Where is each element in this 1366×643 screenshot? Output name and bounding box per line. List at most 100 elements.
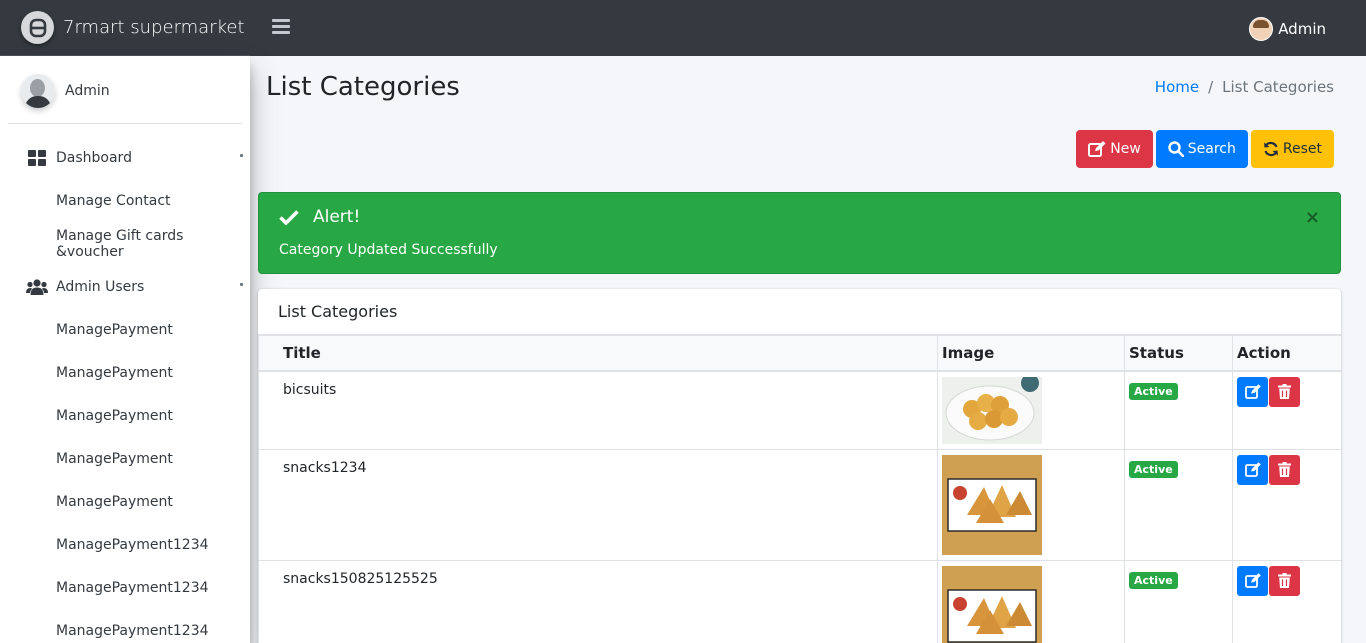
top-navbar: 7rmart supermarket Admin bbox=[0, 0, 1366, 56]
breadcrumb-separator: / bbox=[1208, 78, 1214, 96]
close-icon[interactable]: × bbox=[1305, 207, 1320, 228]
breadcrumb: Home / List Categories bbox=[1155, 78, 1334, 96]
sidebar-user-name: Admin bbox=[65, 83, 110, 99]
sidebar-item-label: ManagePayment bbox=[56, 493, 173, 510]
row-image-cell bbox=[937, 448, 1125, 561]
sidebar-item-label: Manage Contact bbox=[56, 192, 171, 209]
row-title: snacks150825125525 bbox=[258, 559, 938, 643]
sidebar-avatar bbox=[21, 74, 55, 108]
trash-icon bbox=[1278, 462, 1291, 477]
sync-icon bbox=[1263, 141, 1278, 157]
sidebar-item-label: ManagePayment bbox=[56, 364, 173, 381]
edit-button[interactable] bbox=[1237, 565, 1268, 596]
edit-icon bbox=[1244, 462, 1261, 477]
sidebar-item-manage-contact[interactable]: Manage Contact bbox=[0, 179, 250, 222]
sidebar-item-label: Manage Gift cards &voucher bbox=[56, 227, 184, 260]
sidebar-item-label: ManagePayment bbox=[56, 321, 173, 338]
user-name: Admin bbox=[1278, 20, 1326, 38]
sidebar-item-label: ManagePayment1234 bbox=[56, 536, 209, 553]
edit-icon bbox=[1244, 384, 1261, 399]
row-title: snacks1234 bbox=[258, 448, 938, 561]
brand-name: 7rmart supermarket bbox=[63, 17, 245, 38]
sidebar-item-manage-payment[interactable]: ManagePayment bbox=[0, 351, 250, 394]
table-row: snacks1234 Active bbox=[258, 448, 1341, 561]
row-actions-cell bbox=[1232, 448, 1341, 561]
brand-link[interactable]: 7rmart supermarket bbox=[0, 0, 250, 56]
row-status-cell: Active bbox=[1124, 370, 1233, 450]
table-row: snacks150825125525 Active bbox=[258, 559, 1341, 643]
dashboard-grid-icon bbox=[26, 149, 48, 166]
sidebar-item-label: ManagePayment1234 bbox=[56, 622, 209, 639]
delete-button[interactable] bbox=[1269, 565, 1300, 596]
status-badge: Active bbox=[1129, 571, 1178, 589]
chevron-icon bbox=[240, 154, 243, 157]
chevron-icon bbox=[240, 283, 243, 286]
sidebar-item-label: Dashboard bbox=[56, 149, 132, 166]
sidebar-item-manage-payment-1234[interactable]: ManagePayment1234 bbox=[0, 566, 250, 609]
success-alert: Alert! Category Updated Successfully × bbox=[258, 192, 1341, 274]
sidebar-item-admin-users[interactable]: Admin Users bbox=[0, 265, 250, 308]
status-badge: Active bbox=[1129, 460, 1178, 478]
edit-square-icon bbox=[1088, 141, 1106, 157]
reset-button[interactable]: Reset bbox=[1250, 130, 1334, 168]
row-image-cell bbox=[937, 370, 1125, 450]
sidebar-item-label: Admin Users bbox=[56, 278, 145, 295]
column-header-title: Title bbox=[258, 335, 938, 372]
sidebar-item-manage-payment-1234[interactable]: ManagePayment1234 bbox=[0, 523, 250, 566]
check-icon bbox=[279, 210, 299, 225]
status-badge: Active bbox=[1129, 382, 1178, 400]
category-image bbox=[942, 376, 1042, 444]
sidebar-item-manage-payment[interactable]: ManagePayment bbox=[0, 394, 250, 437]
row-status-cell: Active bbox=[1124, 559, 1233, 643]
sidebar: Admin Dashboard Manage Contact Manage Gi… bbox=[0, 56, 250, 643]
alert-message: Category Updated Successfully bbox=[279, 242, 498, 258]
column-header-action: Action bbox=[1232, 335, 1341, 372]
row-status-cell: Active bbox=[1124, 448, 1233, 561]
sidebar-item-dashboard[interactable]: Dashboard bbox=[0, 136, 250, 179]
table-row: bicsuits Active bbox=[258, 370, 1341, 450]
trash-icon bbox=[1278, 573, 1291, 588]
alert-header: Alert! bbox=[279, 207, 360, 227]
sidebar-item-label: ManagePayment bbox=[56, 407, 173, 424]
page-title: List Categories bbox=[266, 72, 460, 102]
delete-button[interactable] bbox=[1269, 454, 1300, 485]
edit-button[interactable] bbox=[1237, 376, 1268, 407]
table-header-row: Title Image Status Action bbox=[258, 335, 1341, 372]
category-image bbox=[942, 454, 1042, 555]
sidebar-item-label: ManagePayment1234 bbox=[56, 579, 209, 596]
brand-logo-icon bbox=[21, 11, 54, 44]
delete-button[interactable] bbox=[1269, 376, 1300, 407]
menu-toggle-icon[interactable] bbox=[272, 19, 290, 37]
sidebar-user-panel[interactable]: Admin bbox=[8, 56, 242, 124]
row-title: bicsuits bbox=[258, 370, 938, 450]
sidebar-item-manage-payment[interactable]: ManagePayment bbox=[0, 308, 250, 351]
category-image bbox=[942, 565, 1042, 643]
users-icon bbox=[26, 278, 48, 295]
user-avatar bbox=[1249, 17, 1274, 41]
categories-table: Title Image Status Action bicsuits Activ… bbox=[258, 335, 1341, 643]
edit-button[interactable] bbox=[1237, 454, 1268, 485]
column-header-status: Status bbox=[1124, 335, 1233, 372]
breadcrumb-home-link[interactable]: Home bbox=[1155, 78, 1199, 96]
categories-card: List Categories Title Image Status Actio… bbox=[258, 289, 1341, 643]
toolbar: New Search Reset bbox=[1076, 130, 1334, 168]
row-image-cell bbox=[937, 559, 1125, 643]
search-icon bbox=[1168, 141, 1184, 157]
card-title: List Categories bbox=[258, 289, 1341, 335]
new-button[interactable]: New bbox=[1076, 130, 1153, 168]
row-actions-cell bbox=[1232, 370, 1341, 450]
sidebar-item-manage-payment[interactable]: ManagePayment bbox=[0, 437, 250, 480]
trash-icon bbox=[1278, 384, 1291, 399]
sidebar-item-gift-cards[interactable]: Manage Gift cards &voucher bbox=[0, 222, 250, 265]
sidebar-item-manage-payment-1234[interactable]: ManagePayment1234 bbox=[0, 609, 250, 643]
sidebar-item-label: ManagePayment bbox=[56, 450, 173, 467]
breadcrumb-current: List Categories bbox=[1222, 78, 1334, 96]
column-header-image: Image bbox=[937, 335, 1125, 372]
search-button[interactable]: Search bbox=[1155, 130, 1248, 168]
alert-title: Alert! bbox=[313, 207, 361, 227]
sidebar-item-manage-payment[interactable]: ManagePayment bbox=[0, 480, 250, 523]
user-menu[interactable]: Admin bbox=[1249, 17, 1326, 41]
search-button-label: Search bbox=[1187, 141, 1236, 157]
reset-button-label: Reset bbox=[1282, 141, 1322, 157]
edit-icon bbox=[1244, 573, 1261, 588]
